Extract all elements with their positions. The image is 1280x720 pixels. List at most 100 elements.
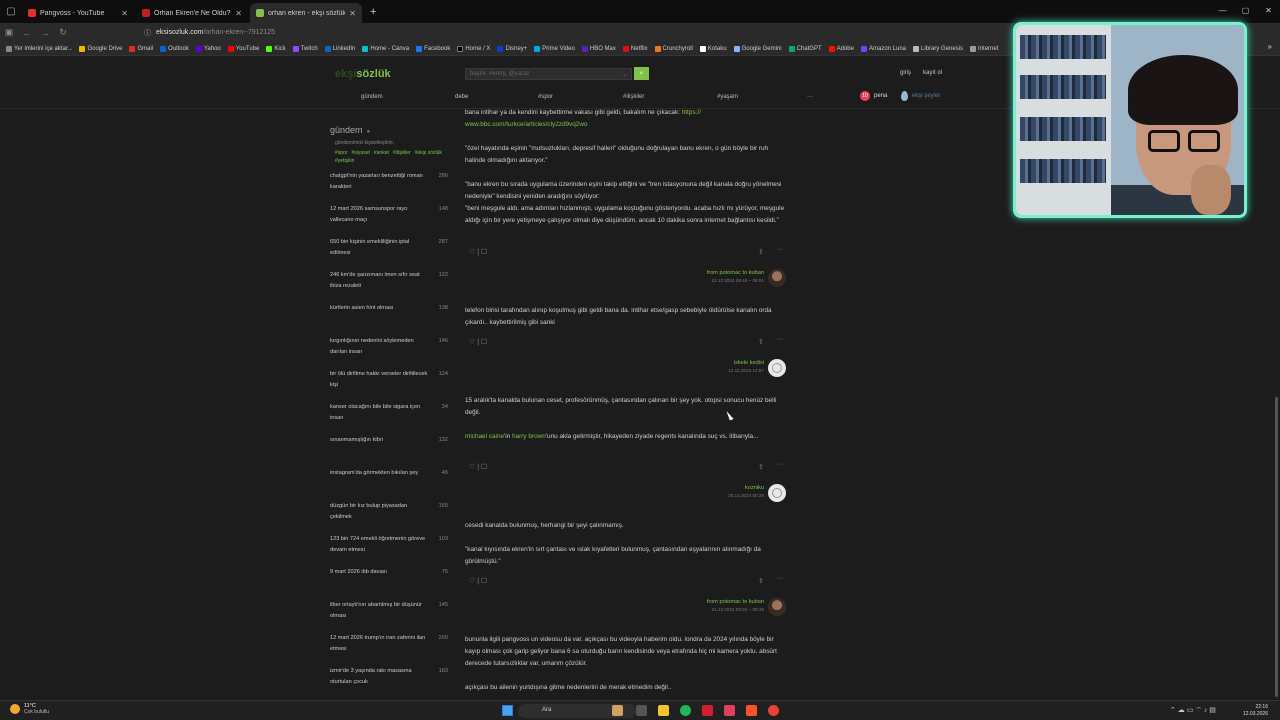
entry-date[interactable]: 21.12.2024 09:34 ~ 09:36: [614, 607, 765, 612]
forward-icon[interactable]: →: [36, 28, 54, 38]
browser-tab-active[interactable]: orhan ekren - ekşi sözlük ✕: [250, 3, 362, 23]
like-icon[interactable]: ♡: [469, 578, 475, 585]
entry-link[interactable]: michael caine: [465, 433, 504, 440]
nav-debe[interactable]: debe: [455, 94, 468, 100]
bookmark-item[interactable]: Amazon Luna: [860, 45, 906, 52]
spotify-icon[interactable]: [680, 705, 691, 716]
eksi-seyler-link[interactable]: ekşi şeyler: [901, 91, 940, 101]
sidebar-topic-item[interactable]: 12 mart 2026 trump'ın iran zaferini ilan…: [330, 633, 452, 655]
tag-siyaset[interactable]: #siyaset: [352, 150, 370, 156]
url-field[interactable]: ⓘ eksisozluk.com/orhan-ekren--7912125: [144, 28, 275, 38]
search-button[interactable]: ⌕: [634, 67, 649, 80]
system-tray[interactable]: ⌃ ☁ ▭ ⌔ ♪ ▤: [1170, 706, 1216, 715]
bookmark-item[interactable]: HBO Max: [581, 45, 616, 52]
bookmark-item[interactable]: Twitch: [292, 45, 318, 52]
more-icon[interactable]: ···: [776, 336, 783, 343]
dislike-icon[interactable]: ☐: [481, 339, 487, 346]
bookmark-item[interactable]: Kotaku: [699, 45, 727, 52]
sidebar-topic-item[interactable]: 123 bin 724 emekli öğretmenin göreve dev…: [330, 534, 452, 556]
bookmark-item[interactable]: Google Drive: [79, 45, 122, 52]
sidebar-topic-item[interactable]: bir ölü diriltme hakkı verseler diriltil…: [330, 369, 452, 391]
bookmark-item[interactable]: Google Gemini: [733, 45, 782, 52]
bookmark-item[interactable]: YouTube: [227, 45, 259, 52]
personalize-text[interactable]: gündemimizi kişiselleştirin:: [335, 140, 452, 146]
bookmark-item[interactable]: Kick: [266, 45, 286, 52]
sidebar-topic-item[interactable]: 12 mart 2026 samsunspor rayo vallecano m…: [330, 204, 452, 226]
bookmark-item[interactable]: Netflix: [622, 45, 648, 52]
maximize-icon[interactable]: ▢: [1234, 0, 1257, 22]
bookmark-item[interactable]: Home / X: [457, 45, 490, 52]
avatar[interactable]: [768, 269, 786, 287]
dislike-icon[interactable]: ☐: [481, 578, 487, 585]
sidebar-toggle-icon[interactable]: ▣: [0, 27, 18, 38]
chrome-icon[interactable]: [768, 705, 779, 716]
bookmark-item[interactable]: ChatGPT: [788, 45, 822, 52]
like-icon[interactable]: ♡: [469, 249, 475, 256]
nav-more[interactable]: ···: [807, 94, 813, 100]
share-icon[interactable]: ⇪: [758, 248, 764, 256]
tag-spor[interactable]: #spor: [335, 150, 348, 156]
site-info-icon[interactable]: ⓘ: [144, 28, 151, 38]
widget-icon[interactable]: [612, 705, 623, 716]
like-icon[interactable]: ♡: [469, 339, 475, 346]
sidebar-topic-item[interactable]: kırgınlığının nedenini söylemeden darıla…: [330, 336, 452, 358]
avatar[interactable]: [768, 598, 786, 616]
entry-link[interactable]: www.bbc.com/turkce/articles/cly2zd9vq2wo: [465, 121, 588, 128]
sidebar-topic-item[interactable]: sınanmamışlığın kibri 132: [330, 435, 452, 457]
bookmark-item[interactable]: Yahoo: [195, 45, 221, 52]
tag-anket[interactable]: #anket: [374, 150, 389, 156]
brave-icon[interactable]: [746, 705, 757, 716]
back-icon[interactable]: ←: [18, 28, 36, 38]
dislike-icon[interactable]: ☐: [481, 464, 487, 471]
sidebar-topic-item[interactable]: ilber ortaylı'nın abartılmış bir düşünür…: [330, 600, 452, 622]
sidebar-topic-item[interactable]: izmir'de 3 yaşında rakı masasına oturtul…: [330, 666, 452, 688]
bookmark-item[interactable]: Yer imlerini içe aktar...: [6, 45, 72, 52]
close-icon[interactable]: ✕: [235, 9, 242, 18]
more-icon[interactable]: ···: [776, 246, 783, 253]
page-scrollbar[interactable]: [1275, 397, 1278, 697]
more-icon[interactable]: ···: [776, 575, 783, 582]
sidebar-topic-item[interactable]: 9 mart 2026 ibb davası 75: [330, 567, 452, 589]
tag-eksi-sozluk[interactable]: #ekşi sözlük: [415, 150, 442, 156]
search-input[interactable]: başlık, #entry, @yazar ⌄: [465, 68, 632, 80]
author-name[interactable]: from potomac to kuban: [614, 269, 764, 278]
browser-tab[interactable]: Pangvoss - YouTube ✕: [22, 3, 134, 23]
close-icon[interactable]: ✕: [121, 9, 128, 18]
new-tab-button[interactable]: +: [370, 6, 376, 18]
bookmarks-overflow-icon[interactable]: »: [1268, 42, 1272, 51]
reload-icon[interactable]: ↻: [54, 27, 72, 38]
close-icon[interactable]: ✕: [349, 9, 356, 18]
clock[interactable]: 22:16 12.03.2026: [1243, 704, 1268, 718]
sidebar-topic-item[interactable]: chatgpt'nin yazarları benzettiği roman k…: [330, 171, 452, 193]
site-logo[interactable]: ekşisözlük: [335, 68, 391, 80]
tag-iliskiler[interactable]: #ilişkiler: [393, 150, 411, 156]
bookmark-item[interactable]: Prime Video: [534, 45, 575, 52]
office-icon[interactable]: [702, 705, 713, 716]
share-icon[interactable]: ⇪: [758, 338, 764, 346]
share-icon[interactable]: ⇪: [758, 463, 764, 471]
bookmark-item[interactable]: Gmail: [129, 45, 153, 52]
nav-iliskiler[interactable]: #ilişkiler: [623, 94, 644, 100]
app-icon[interactable]: [724, 705, 735, 716]
bookmark-item[interactable]: Library Genesis: [913, 45, 963, 52]
avatar[interactable]: [768, 484, 786, 502]
entry-link[interactable]: harry brown: [512, 433, 546, 440]
login-link[interactable]: giriş: [900, 70, 911, 76]
entry-date[interactable]: 12.12.2024 08:49 ~ 08:51: [614, 278, 765, 283]
tag-yetiskin[interactable]: #yetişkin: [335, 158, 354, 164]
bookmark-item[interactable]: Outlook: [160, 45, 189, 52]
more-icon[interactable]: ···: [776, 461, 783, 468]
like-icon[interactable]: ♡: [469, 464, 475, 471]
author-name[interactable]: kozniku: [614, 484, 764, 493]
bookmark-item[interactable]: LinkedIn: [324, 45, 355, 52]
gear-icon[interactable]: ●: [367, 129, 371, 135]
nav-spor[interactable]: #spor: [538, 94, 553, 100]
minimize-icon[interactable]: —: [1211, 0, 1234, 22]
sidebar-topic-item[interactable]: 650 bin kişinin emekliliğinin iptal edil…: [330, 237, 452, 259]
bookmark-item[interactable]: Internet: [970, 45, 998, 52]
sidebar-topic-item[interactable]: instagram'da görmekten bıkılan şey 45: [330, 468, 452, 490]
author-name[interactable]: from potomac to kuban: [614, 598, 764, 607]
file-explorer-icon[interactable]: [658, 705, 669, 716]
register-link[interactable]: kayıt ol: [923, 70, 942, 76]
entry-date[interactable]: 12.12.2024 14:57: [614, 368, 764, 373]
